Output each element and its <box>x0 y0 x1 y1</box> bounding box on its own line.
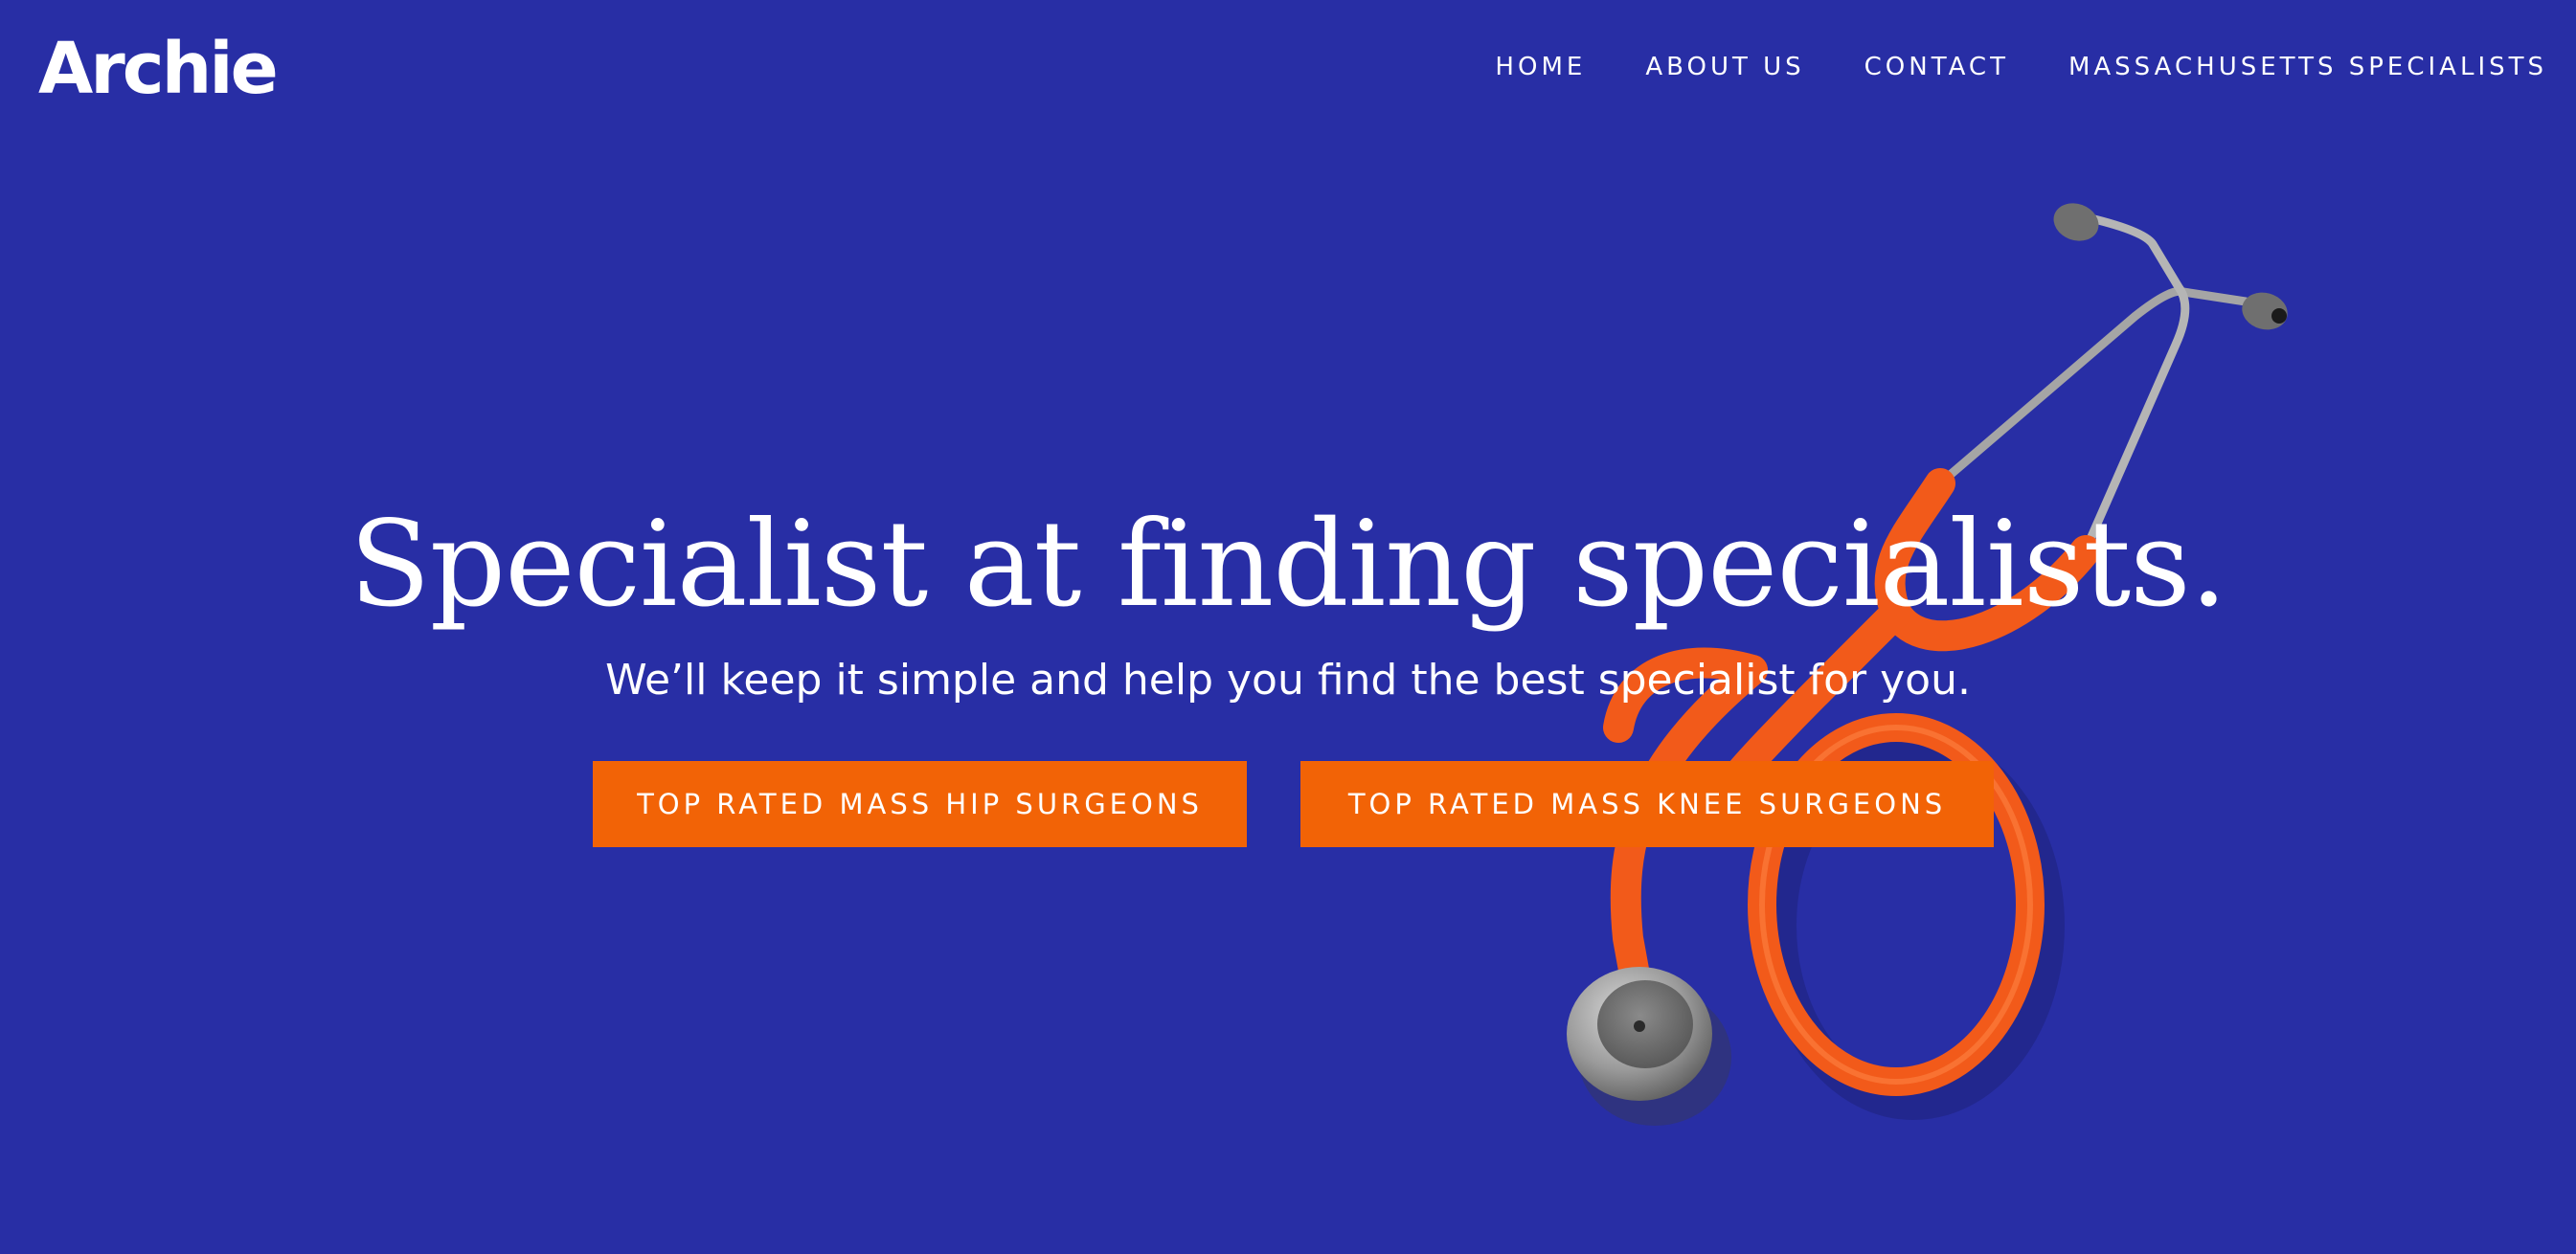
hero-subheadline: We’ll keep it simple and help you find t… <box>605 656 1971 705</box>
knee-surgeons-button[interactable]: TOP RATED MASS KNEE SURGEONS <box>1300 761 1994 847</box>
hero-headline: Specialist at finding specialists. <box>349 496 2227 634</box>
hip-surgeons-button[interactable]: TOP RATED MASS HIP SURGEONS <box>593 761 1247 847</box>
